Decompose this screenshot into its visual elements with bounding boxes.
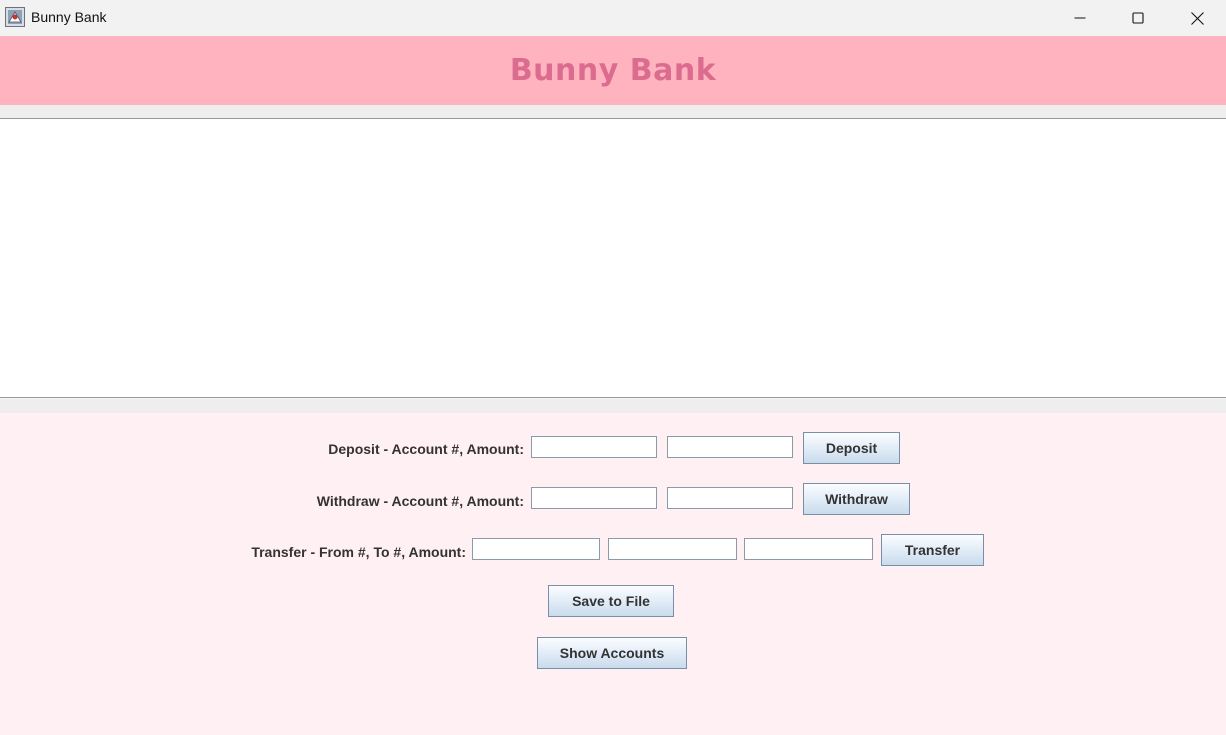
withdraw-label: Withdraw - Account #, Amount:: [316, 493, 524, 509]
transfer-label: Transfer - From #, To #, Amount:: [251, 544, 466, 560]
minimize-button[interactable]: [1051, 0, 1109, 36]
deposit-account-field[interactable]: [531, 436, 657, 458]
transfer-from-field[interactable]: [472, 538, 600, 560]
maximize-icon: [1132, 12, 1144, 24]
close-button[interactable]: [1168, 0, 1226, 36]
separator: [0, 399, 1226, 413]
save-to-file-button[interactable]: Save to File: [548, 585, 674, 617]
minimize-icon: [1074, 17, 1086, 19]
output-text-area[interactable]: [0, 118, 1226, 398]
transfer-button[interactable]: Transfer: [881, 534, 984, 566]
transfer-to-field[interactable]: [608, 538, 737, 560]
withdraw-amount-field[interactable]: [667, 487, 793, 509]
java-app-icon: [5, 7, 25, 27]
deposit-button[interactable]: Deposit: [803, 432, 900, 464]
maximize-button[interactable]: [1109, 0, 1167, 36]
deposit-label: Deposit - Account #, Amount:: [328, 441, 524, 457]
transfer-amount-field[interactable]: [744, 538, 873, 560]
separator: [0, 105, 1226, 118]
transaction-form: Deposit - Account #, Amount: Deposit Wit…: [0, 413, 1226, 735]
header-title: Bunny Bank: [509, 53, 717, 88]
app-window: Bunny Bank Bunny Bank Deposit - Account …: [0, 0, 1226, 735]
close-icon: [1190, 11, 1204, 25]
header-banner: Bunny Bank: [0, 36, 1226, 105]
withdraw-account-field[interactable]: [531, 487, 657, 509]
title-bar[interactable]: Bunny Bank: [0, 0, 1226, 36]
show-accounts-button[interactable]: Show Accounts: [537, 637, 687, 669]
deposit-amount-field[interactable]: [667, 436, 793, 458]
window-title: Bunny Bank: [31, 9, 107, 25]
withdraw-button[interactable]: Withdraw: [803, 483, 910, 515]
